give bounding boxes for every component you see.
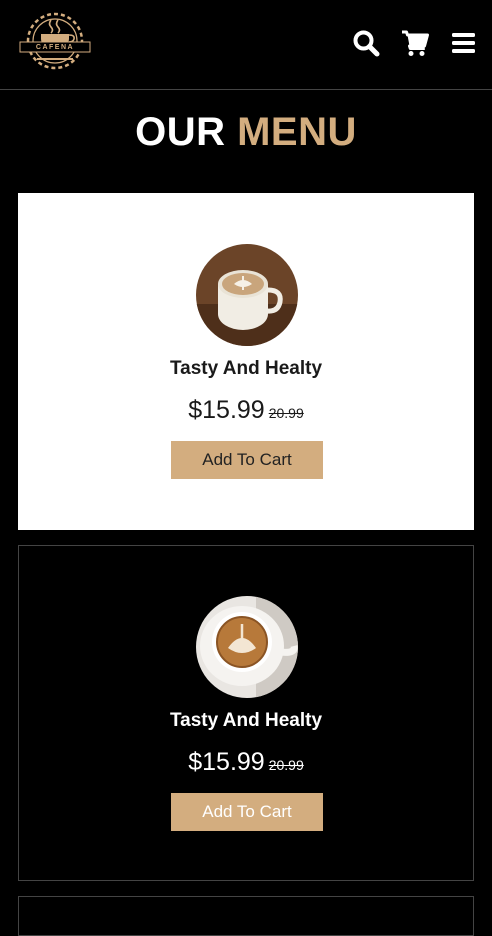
search-icon[interactable]: [352, 29, 380, 57]
cappuccino-cup-image: [196, 596, 298, 698]
logo-text: CAFENA: [35, 44, 75, 51]
site-header: CAFENA: [0, 0, 492, 90]
price-row: $15.99 20.99: [19, 396, 473, 425]
logo-emblem-icon: [19, 12, 91, 70]
section-title: OUR MENU: [0, 110, 492, 155]
add-to-cart-button[interactable]: Add To Cart: [171, 441, 323, 479]
menu-card: Tasty And Healty $15.99 20.99 Add To Cart: [18, 545, 474, 881]
cart-icon[interactable]: [401, 29, 429, 57]
item-name: Tasty And Healty: [169, 710, 323, 731]
price-row: $15.99 20.99: [19, 748, 473, 777]
item-old-price: 20.99: [268, 757, 304, 773]
item-price: $15.99: [188, 396, 265, 424]
latte-cup-image: [196, 244, 298, 346]
item-price: $15.99: [188, 748, 265, 776]
add-to-cart-button[interactable]: Add To Cart: [171, 793, 323, 831]
menu-bars-icon[interactable]: [450, 29, 478, 57]
item-old-price: 20.99: [268, 405, 304, 421]
menu-card: Tasty And Healty $15.99 20.99 Add To Cart: [18, 193, 474, 530]
title-word-our: OUR: [135, 110, 226, 154]
menu-card-partial: [18, 896, 474, 936]
cafena-logo[interactable]: CAFENA: [17, 10, 93, 72]
item-name: Tasty And Healty: [169, 358, 323, 379]
title-word-menu: MENU: [237, 110, 357, 154]
